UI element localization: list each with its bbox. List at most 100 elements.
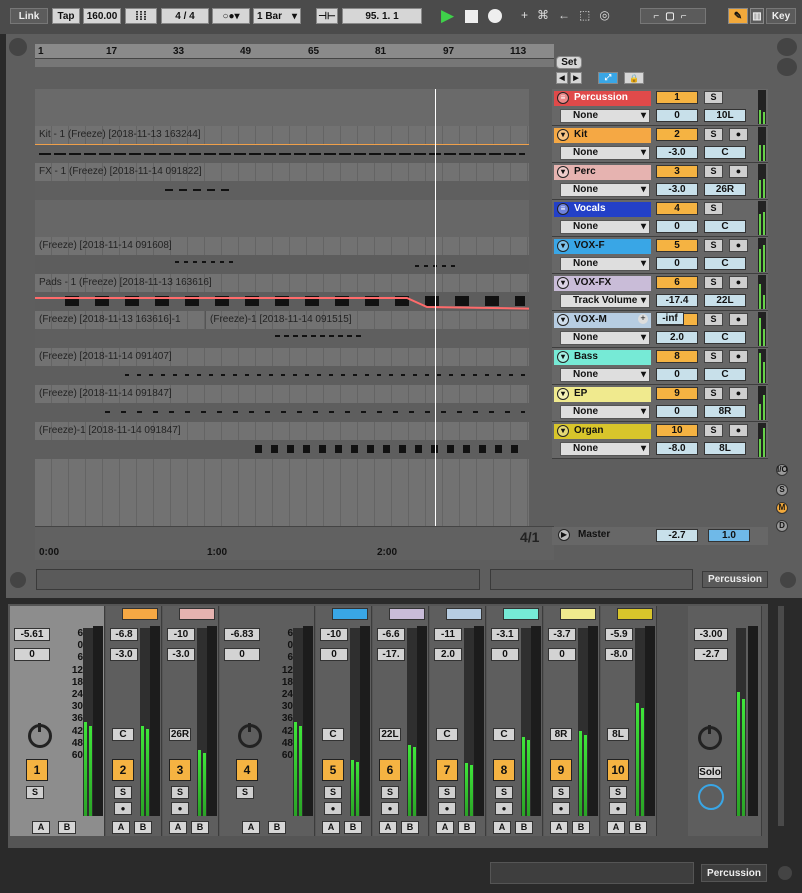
- time-signature[interactable]: 4 / 4: [161, 8, 209, 24]
- volume-field[interactable]: -3.0: [167, 648, 195, 661]
- master-peak[interactable]: -3.00: [694, 628, 728, 641]
- pan-field[interactable]: 8R: [704, 405, 746, 418]
- arm-button[interactable]: ●: [114, 802, 132, 815]
- pan-field[interactable]: 8L: [704, 442, 746, 455]
- mixer-toggle[interactable]: M: [776, 502, 788, 514]
- bottom-detail-icon[interactable]: [778, 866, 792, 880]
- crossfade-b-button[interactable]: B: [572, 821, 590, 834]
- volume-fader[interactable]: [645, 626, 655, 816]
- peak-level[interactable]: -3.1: [491, 628, 519, 641]
- device-fold-icon[interactable]: ▾: [557, 351, 569, 363]
- loop-punch-icons[interactable]: ⌐▢⌐: [640, 8, 706, 24]
- volume-fader[interactable]: [150, 626, 160, 816]
- input-select[interactable]: Track Volume: [560, 294, 650, 308]
- track-header-4[interactable]: ≡ Vocals None 4 S 0 C: [552, 200, 768, 237]
- volume-field[interactable]: -3.0: [110, 648, 138, 661]
- solo-button[interactable]: Solo: [698, 766, 722, 779]
- pan-field[interactable]: 8L: [607, 728, 629, 741]
- mixer-strip-2[interactable]: -6.8 -3.0 C 2 S ● A B: [106, 606, 162, 836]
- position-field[interactable]: 95. 1. 1: [342, 8, 422, 24]
- track-activator[interactable]: 3: [656, 165, 698, 178]
- volume-field[interactable]: 0: [656, 257, 698, 270]
- lane-bass[interactable]: (Freeze) [2018-11-14 091407]: [35, 348, 529, 385]
- crossfade-a-button[interactable]: A: [112, 821, 130, 834]
- pan-field[interactable]: C: [493, 728, 515, 741]
- arm-button[interactable]: ●: [609, 802, 627, 815]
- arm-button[interactable]: ●: [381, 802, 399, 815]
- stop-icon[interactable]: [465, 10, 478, 23]
- track-name[interactable]: ▾ EP: [554, 387, 651, 402]
- solo-button[interactable]: S: [704, 239, 723, 252]
- delay-toggle[interactable]: D: [776, 520, 788, 532]
- lane-vox-f[interactable]: (Freeze) [2018-11-14 091608]: [35, 237, 529, 274]
- volume-fader[interactable]: [207, 626, 217, 816]
- volume-field[interactable]: 2.0: [656, 331, 698, 344]
- track-name[interactable]: ≡ Percussion: [554, 91, 651, 106]
- master-pan[interactable]: 1.0: [708, 529, 750, 542]
- draw-mode-icon[interactable]: ✎: [728, 8, 748, 24]
- peak-level[interactable]: -5.61: [14, 628, 50, 641]
- track-activator[interactable]: 6: [379, 759, 401, 781]
- clip-title[interactable]: (Freeze) [2018-11-14 091847]: [35, 385, 529, 403]
- peak-level[interactable]: -11: [434, 628, 462, 641]
- track-header-5[interactable]: ▾ VOX-F None 5 S ● 0 C: [552, 237, 768, 274]
- track-header-2[interactable]: ▾ Kit None 2 S ● -3.0 C: [552, 126, 768, 163]
- arm-button[interactable]: ●: [729, 387, 748, 400]
- track-activator[interactable]: 5: [322, 759, 344, 781]
- pan-field[interactable]: 22L: [704, 294, 746, 307]
- peak-level[interactable]: -5.9: [605, 628, 633, 641]
- arrangement-view-icon[interactable]: [777, 58, 797, 76]
- record-icon[interactable]: [488, 9, 502, 23]
- device-fold-icon[interactable]: ▾: [557, 240, 569, 252]
- volume-field[interactable]: 0: [224, 648, 260, 661]
- lane-ep[interactable]: (Freeze) [2018-11-14 091847]: [35, 385, 529, 422]
- solo-button[interactable]: S: [704, 165, 723, 178]
- volume-field[interactable]: 0: [656, 405, 698, 418]
- master-track[interactable]: ▶ Master -2.7 1.0: [552, 527, 768, 545]
- volume-field[interactable]: -3.0: [656, 183, 698, 196]
- prev-locator-icon[interactable]: ◀: [556, 72, 568, 84]
- beat-ruler[interactable]: 1 17 33 49 65 81 97 113: [35, 44, 554, 67]
- volume-field[interactable]: 0: [548, 648, 576, 661]
- pan-knob[interactable]: [238, 723, 262, 748]
- master-fold-icon[interactable]: ▶: [558, 529, 570, 541]
- mixer-strip-10[interactable]: -5.9 -8.0 8L 10 S ● A B: [601, 606, 657, 836]
- device-fold-icon[interactable]: ▾: [557, 388, 569, 400]
- arm-button[interactable]: ●: [171, 802, 189, 815]
- track-activator[interactable]: 8: [493, 759, 515, 781]
- track-name[interactable]: ▾ Kit: [554, 128, 651, 143]
- input-select[interactable]: None: [560, 442, 650, 456]
- solo-button[interactable]: S: [114, 786, 132, 799]
- volume-fader[interactable]: [360, 626, 370, 816]
- crossfade-a-button[interactable]: A: [550, 821, 568, 834]
- volume-field[interactable]: 0: [14, 648, 50, 661]
- volume-field[interactable]: 0: [656, 109, 698, 122]
- track-header-9[interactable]: ▾ EP None 9 S ● 0 8R: [552, 385, 768, 422]
- pan-field[interactable]: C: [112, 728, 134, 741]
- crossfade-b-button[interactable]: B: [401, 821, 419, 834]
- device-fold-icon[interactable]: ▾: [557, 425, 569, 437]
- track-name[interactable]: ▾ VOX-M: [554, 313, 651, 328]
- track-name[interactable]: ▾ Perc: [554, 165, 651, 180]
- solo-button[interactable]: S: [704, 387, 723, 400]
- track-header-3[interactable]: ▾ Perc None 3 S ● -3.0 26R: [552, 163, 768, 200]
- overdub-automation-icons[interactable]: +⌘←⬚◎: [521, 8, 621, 24]
- volume-field[interactable]: -3.0: [656, 146, 698, 159]
- track-activator[interactable]: 4: [656, 202, 698, 215]
- group-fold-icon[interactable]: ≡: [557, 92, 569, 104]
- crossfade-b-button[interactable]: B: [191, 821, 209, 834]
- track-activator[interactable]: 1: [26, 759, 48, 781]
- arm-button[interactable]: ●: [729, 128, 748, 141]
- pan-field[interactable]: C: [704, 368, 746, 381]
- track-name[interactable]: ▾ Bass: [554, 350, 651, 365]
- link-button[interactable]: Link: [10, 8, 48, 24]
- input-select[interactable]: None: [560, 109, 650, 123]
- volume-field[interactable]: 0: [656, 220, 698, 233]
- solo-button[interactable]: S: [704, 350, 723, 363]
- pan-field[interactable]: C: [322, 728, 344, 741]
- device-fold-icon[interactable]: ▾: [557, 166, 569, 178]
- pan-field[interactable]: C: [704, 257, 746, 270]
- solo-button[interactable]: S: [495, 786, 513, 799]
- play-icon[interactable]: ▶: [441, 7, 454, 24]
- arm-button[interactable]: ●: [552, 802, 570, 815]
